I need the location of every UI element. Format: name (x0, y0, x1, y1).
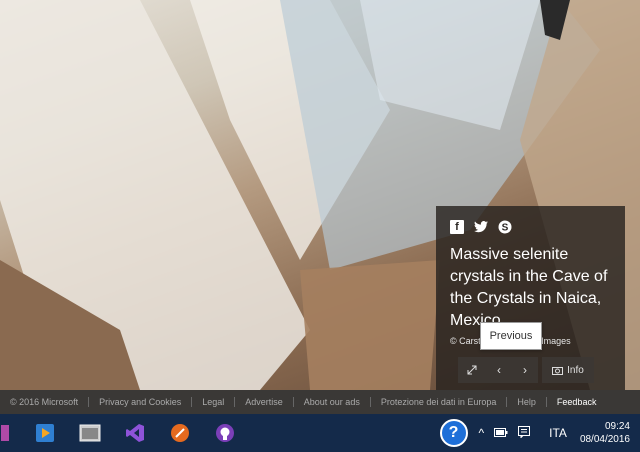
info-button[interactable]: Info (542, 357, 594, 383)
help-icon[interactable]: ? (439, 419, 468, 447)
footer-bar: © 2016 Microsoft Privacy and Cookies Leg… (0, 390, 640, 414)
visual-studio-icon[interactable] (120, 418, 150, 448)
chevron-up-icon[interactable]: ^ (479, 426, 485, 440)
footer-link-about-ads[interactable]: About our ads (294, 397, 371, 407)
taskbar: ? ^ ITA 09:24 08/04/2016 (0, 414, 640, 452)
pen-app-icon[interactable] (165, 418, 195, 448)
footer-link-data-protection[interactable]: Protezione dei dati in Europa (371, 397, 508, 407)
file-explorer-icon[interactable] (75, 418, 105, 448)
battery-icon[interactable] (494, 426, 508, 440)
previous-tooltip: Previous (480, 322, 542, 350)
chevron-left-icon: ‹ (497, 363, 501, 377)
camera-icon (552, 366, 564, 375)
previous-button[interactable]: ‹ (486, 357, 512, 383)
footer-link-copyright[interactable]: © 2016 Microsoft (0, 397, 90, 407)
media-player-icon[interactable] (30, 418, 60, 448)
footer-link-advertise[interactable]: Advertise (235, 397, 294, 407)
next-button[interactable]: › (512, 357, 538, 383)
clock-date: 08/04/2016 (579, 434, 630, 445)
image-controls: ‹ › Info (458, 357, 594, 383)
expand-button[interactable] (458, 357, 486, 383)
skype-icon[interactable]: S (498, 220, 512, 234)
info-panel: f S Massive selenite crystals in the Cav… (436, 206, 625, 390)
partial-app-icon[interactable] (0, 418, 10, 448)
facebook-icon[interactable]: f (450, 220, 464, 234)
notification-icon[interactable] (518, 425, 531, 441)
github-icon[interactable] (210, 418, 240, 448)
twitter-icon[interactable] (474, 220, 488, 234)
language-indicator[interactable]: ITA (549, 426, 567, 440)
footer-link-privacy[interactable]: Privacy and Cookies (89, 397, 193, 407)
share-icons: f S (450, 220, 512, 234)
expand-icon (467, 365, 477, 375)
svg-text:S: S (502, 223, 509, 234)
chevron-right-icon: › (523, 363, 527, 377)
footer-link-legal[interactable]: Legal (192, 397, 236, 407)
clock[interactable]: 09:24 08/04/2016 (580, 420, 630, 446)
feedback-link[interactable]: Feedback (547, 397, 607, 407)
system-tray: ? ^ ITA 09:24 08/04/2016 (439, 414, 640, 452)
footer-link-help[interactable]: Help (507, 397, 547, 407)
info-label: Info (567, 364, 584, 376)
image-title: Massive selenite crystals in the Cave of… (450, 246, 608, 329)
clock-time: 09:24 (604, 421, 630, 432)
